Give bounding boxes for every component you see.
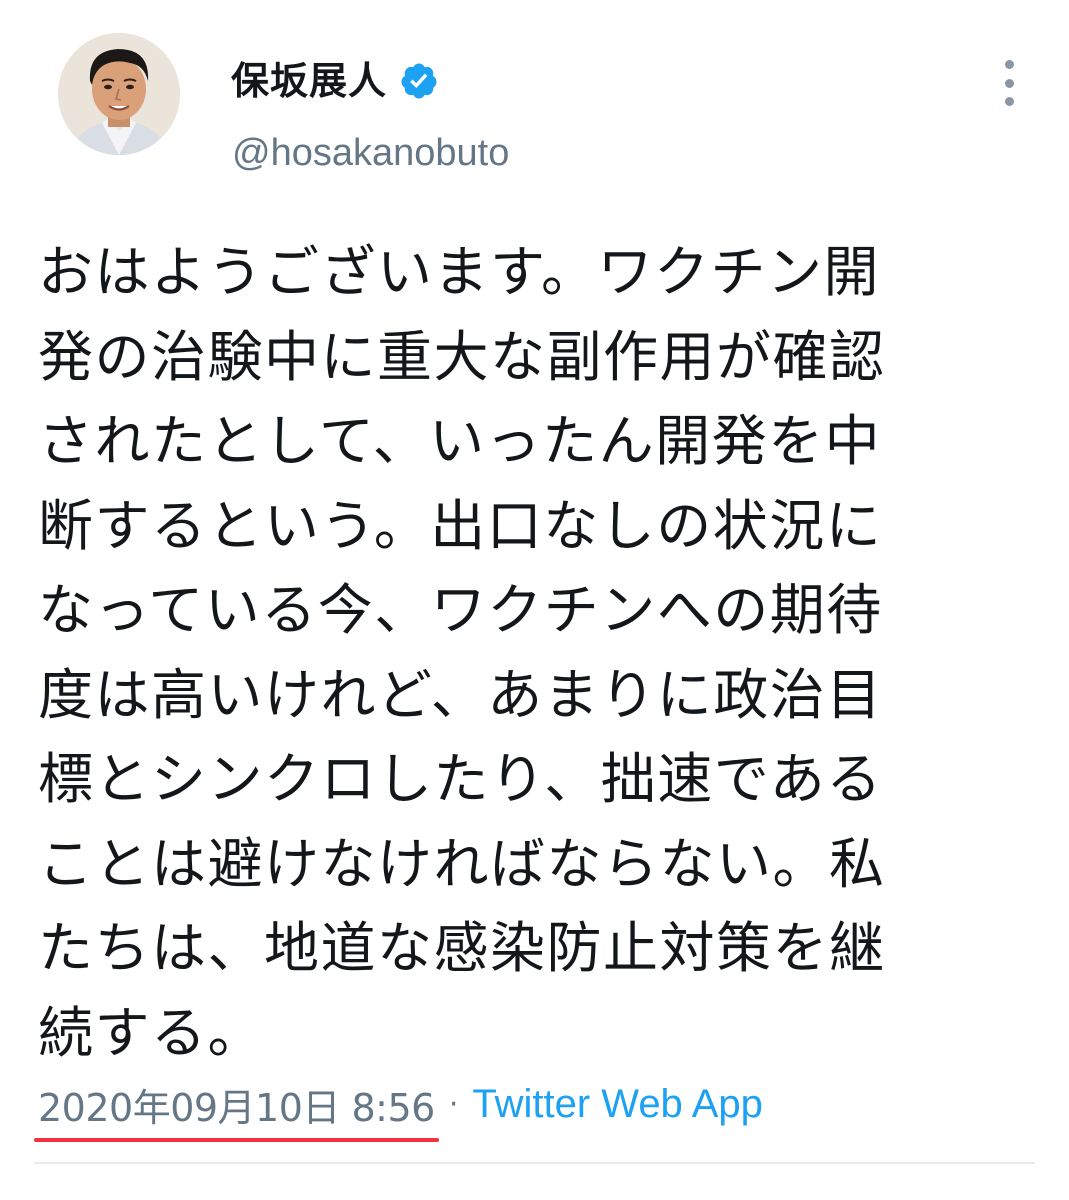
more-dot bbox=[1004, 60, 1014, 69]
display-name[interactable]: 保坂展人 bbox=[231, 54, 387, 108]
divider bbox=[34, 1162, 1035, 1164]
more-vertical-icon[interactable] bbox=[994, 60, 1024, 106]
highlight-underline bbox=[34, 1137, 439, 1142]
verified-badge-icon bbox=[401, 63, 437, 99]
profile-photo bbox=[58, 33, 180, 155]
timestamp-text: 2020年09月10日 8:56 bbox=[38, 1085, 435, 1130]
source-app-link[interactable]: Twitter Web App bbox=[472, 1082, 763, 1127]
meta-separator: · bbox=[448, 1086, 459, 1122]
avatar[interactable] bbox=[58, 33, 180, 155]
tweet-meta: 2020年09月10日 8:56 · Twitter Web App bbox=[34, 1077, 763, 1142]
user-handle[interactable]: @hosakanobuto bbox=[232, 128, 509, 178]
more-dot bbox=[1004, 78, 1014, 88]
tweet-text: おはようございます。ワクチン開 発の治験中に重大な副作用が確認 されたとして、い… bbox=[38, 240, 886, 1065]
more-dot bbox=[1004, 97, 1014, 106]
user-name-row[interactable]: 保坂展人 bbox=[231, 54, 439, 108]
tweet-timestamp[interactable]: 2020年09月10日 8:56 bbox=[34, 1077, 439, 1142]
